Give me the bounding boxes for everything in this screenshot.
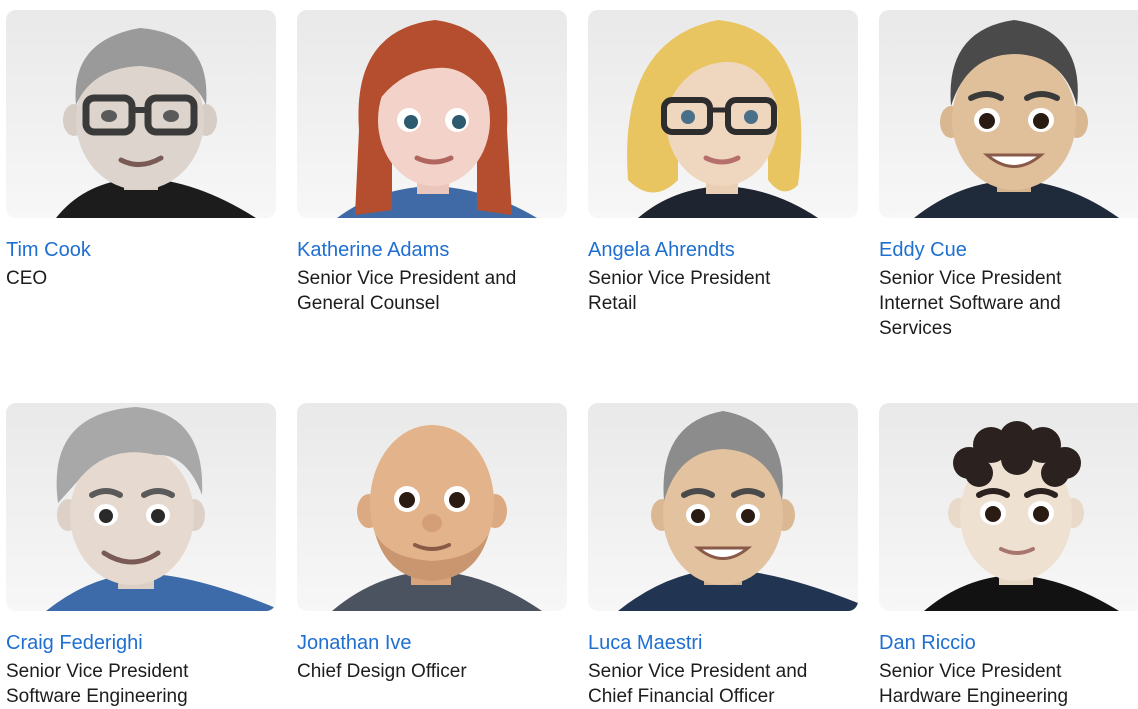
leadership-grid: Tim Cook CEO Katherine Adams Senior Vice…	[0, 0, 1138, 707]
person-card-tim-cook: Tim Cook CEO	[6, 10, 276, 291]
person-name-link[interactable]: Craig Federighi	[6, 631, 276, 655]
person-card-dan-riccio: Dan Riccio Senior Vice President Hardwar…	[879, 403, 1138, 709]
person-card-craig-federighi: Craig Federighi Senior Vice President So…	[6, 403, 276, 709]
person-title-line: Senior Vice President and	[297, 268, 517, 289]
person-title-line: Retail	[588, 293, 637, 314]
person-title-line: Senior Vice President	[879, 268, 1062, 289]
memoji-avatar-icon	[627, 20, 818, 218]
person-title-line: Senior Vice President and	[588, 661, 808, 682]
avatar-angela-ahrendts[interactable]	[588, 10, 858, 218]
person-name-link[interactable]: Eddy Cue	[879, 238, 1138, 262]
avatar-eddy-cue[interactable]	[879, 10, 1138, 218]
avatar-katherine-adams[interactable]	[297, 10, 567, 218]
person-title-line: General Counsel	[297, 293, 440, 314]
person-title: Senior Vice President and General Counse…	[297, 266, 567, 316]
avatar-luca-maestri[interactable]	[588, 403, 858, 611]
avatar-dan-riccio[interactable]	[879, 403, 1138, 611]
memoji-avatar-icon	[914, 20, 1119, 218]
person-title-line: Senior Vice President	[879, 661, 1062, 682]
person-name-link[interactable]: Luca Maestri	[588, 631, 858, 655]
person-card-jonathan-ive: Jonathan Ive Chief Design Officer	[297, 403, 567, 684]
memoji-avatar-icon	[337, 20, 537, 218]
person-title: Senior Vice President Retail	[588, 266, 858, 316]
person-title-line: Senior Vice President	[588, 268, 771, 289]
memoji-avatar-icon	[924, 421, 1119, 611]
person-card-eddy-cue: Eddy Cue Senior Vice President Internet …	[879, 10, 1138, 341]
person-name-link[interactable]: Tim Cook	[6, 238, 276, 262]
person-card-katherine-adams: Katherine Adams Senior Vice President an…	[297, 10, 567, 316]
avatar-jonathan-ive[interactable]	[297, 403, 567, 611]
memoji-avatar-icon	[332, 425, 542, 611]
person-name-link[interactable]: Katherine Adams	[297, 238, 567, 262]
person-title: Senior Vice President Internet Software …	[879, 266, 1138, 341]
memoji-avatar-icon	[618, 411, 858, 611]
person-card-luca-maestri: Luca Maestri Senior Vice President and C…	[588, 403, 858, 709]
person-title-line: Software Engineering	[6, 686, 188, 707]
person-title-line: Hardware Engineering	[879, 686, 1069, 707]
person-name-link[interactable]: Dan Riccio	[879, 631, 1138, 655]
person-title: Chief Design Officer	[297, 659, 567, 684]
person-name-link[interactable]: Jonathan Ive	[297, 631, 567, 655]
memoji-avatar-icon	[46, 407, 276, 611]
avatar-tim-cook[interactable]	[6, 10, 276, 218]
person-card-angela-ahrendts: Angela Ahrendts Senior Vice President Re…	[588, 10, 858, 316]
person-title: CEO	[6, 266, 276, 291]
person-title-line: Senior Vice President	[6, 661, 189, 682]
person-title-line: Chief Financial Officer	[588, 686, 775, 707]
memoji-avatar-icon	[56, 28, 256, 218]
person-name-link[interactable]: Angela Ahrendts	[588, 238, 858, 262]
person-title-line: Chief Design Officer	[297, 661, 467, 682]
person-title-line: CEO	[6, 268, 48, 289]
person-title-line: Services	[879, 318, 952, 339]
person-title-line: Internet Software and	[879, 293, 1061, 314]
avatar-craig-federighi[interactable]	[6, 403, 276, 611]
